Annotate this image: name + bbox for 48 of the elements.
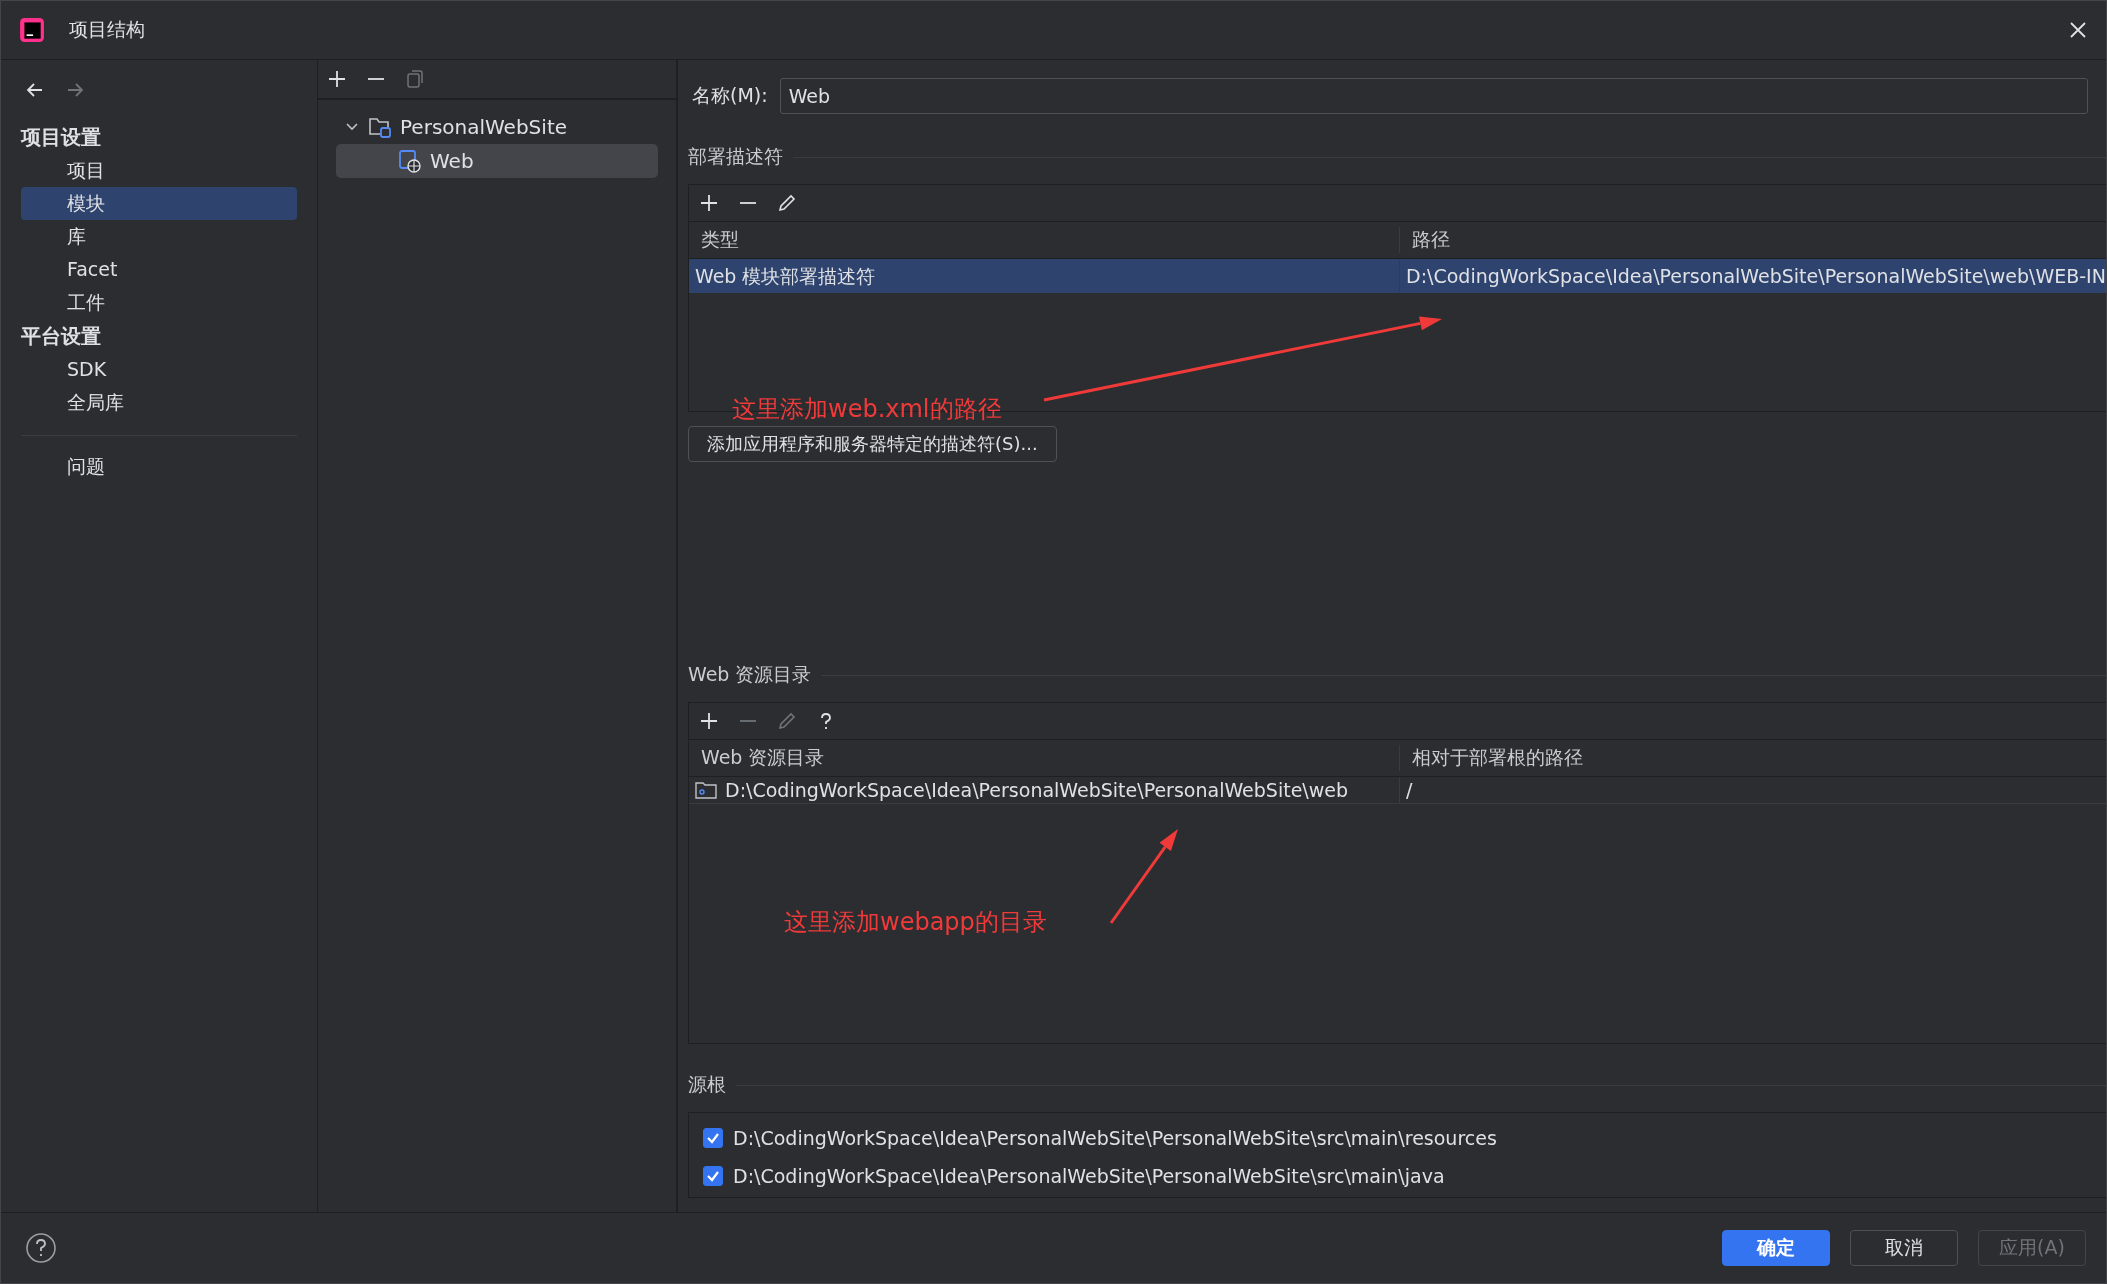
- column-header[interactable]: 类型: [689, 227, 1399, 253]
- app-logo-icon: [19, 17, 45, 43]
- table-cell: D:\CodingWorkSpace\Idea\PersonalWebSite\PersonalWebSite\web\WEB-IN: [1399, 259, 2106, 293]
- tree-label: PersonalWebSite: [400, 115, 568, 139]
- section-title: Web 资源目录: [688, 662, 812, 687]
- source-root-path: D:\CodingWorkSpace\Idea\PersonalWebSite\PersonalWebSite\src\main\java: [733, 1165, 1445, 1187]
- sidebar-item[interactable]: 全局库: [21, 386, 297, 419]
- add-descriptor-button[interactable]: 添加应用程序和服务器特定的描述符(S)...: [688, 426, 1057, 462]
- section-title: 源根: [688, 1072, 726, 1097]
- sidebar-item[interactable]: 库: [21, 220, 297, 253]
- table-cell-text: D:\CodingWorkSpace\Idea\PersonalWebSite\PersonalWebSite\web: [725, 778, 1348, 803]
- folder-icon: [695, 781, 717, 799]
- tree-label: Web: [430, 149, 474, 173]
- tree-node[interactable]: PersonalWebSite: [336, 110, 658, 144]
- name-field[interactable]: Web: [779, 78, 2088, 114]
- section-heading: 平台设置: [21, 323, 102, 350]
- dialog-button[interactable]: 确定: [1722, 1230, 1830, 1266]
- table-cell-text: Web 模块部署描述符: [694, 264, 877, 289]
- add-icon[interactable]: [699, 711, 719, 731]
- sidebar-item[interactable]: 问题: [21, 450, 297, 483]
- tree-node[interactable]: Web: [336, 144, 658, 178]
- annotation-text: 这里添加webapp的目录: [784, 907, 1047, 938]
- dialog-button[interactable]: 取消: [1850, 1230, 1958, 1266]
- sidebar-item[interactable]: 项目: [21, 154, 297, 187]
- column-header[interactable]: Web 资源目录: [689, 745, 1399, 771]
- sidebar-item[interactable]: SDK: [21, 353, 297, 386]
- table-row[interactable]: Web 模块部署描述符 D:\CodingWorkSpace\Idea\PersonalWebSite\PersonalWebSite\web\WEB-IN: [689, 259, 2106, 293]
- web-module-icon: [398, 149, 422, 173]
- sidebar-item[interactable]: 工件: [21, 286, 297, 319]
- add-icon[interactable]: [327, 69, 347, 89]
- annotation-text: 这里添加web.xml的路径: [732, 394, 1002, 425]
- help-icon[interactable]: [25, 1232, 57, 1264]
- folder-icon: [368, 116, 392, 138]
- close-icon[interactable]: [2068, 20, 2088, 40]
- table-cell: /: [1399, 777, 2106, 803]
- column-header[interactable]: 相对于部署根的路径: [1399, 745, 2106, 771]
- sidebar-item[interactable]: 模块: [21, 187, 297, 220]
- name-label: 名称(M):: [692, 83, 768, 108]
- section-heading: 项目设置: [21, 124, 102, 151]
- checkbox[interactable]: [703, 1128, 723, 1148]
- checkbox[interactable]: [703, 1166, 723, 1186]
- section-title: 部署描述符: [688, 144, 783, 169]
- sidebar-item[interactable]: Facet: [21, 253, 297, 286]
- column-header[interactable]: 路径: [1399, 227, 2106, 253]
- window-title: 项目结构: [69, 17, 145, 42]
- table-row[interactable]: D:\CodingWorkSpace\Idea\PersonalWebSite\PersonalWebSite\web /: [689, 777, 2106, 804]
- source-root-path: D:\CodingWorkSpace\Idea\PersonalWebSite\PersonalWebSite\src\main\resources: [733, 1127, 1497, 1149]
- add-icon[interactable]: [699, 193, 719, 213]
